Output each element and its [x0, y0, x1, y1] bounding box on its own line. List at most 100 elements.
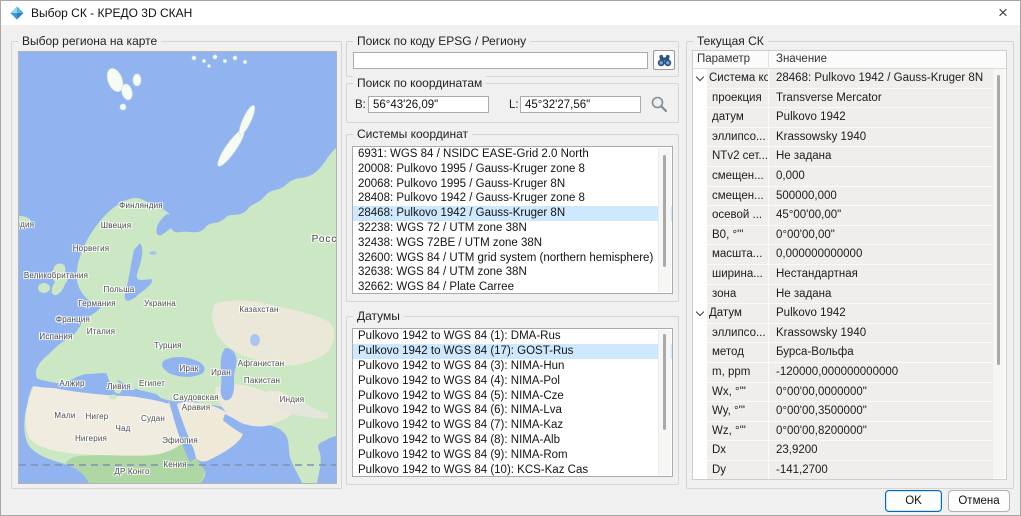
row-gutter: [693, 343, 707, 363]
param-row[interactable]: Dy-141,2700: [693, 461, 993, 480]
param-row[interactable]: NTv2 сет...Не задана: [693, 147, 993, 167]
row-gutter: [693, 69, 707, 89]
param-cell: Датум: [707, 304, 768, 324]
datum-list-item[interactable]: Pulkovo 1942 to WGS 84 (4): NIMA-Pol: [353, 374, 672, 389]
latitude-label: B:: [355, 99, 366, 111]
param-row[interactable]: B0, °'"0°00'00,00": [693, 226, 993, 246]
value-cell: Не задана: [768, 147, 993, 167]
scrollbar[interactable]: [658, 148, 671, 292]
map-country-label: Нигер: [86, 412, 109, 422]
map-country-label: Швеция: [101, 221, 132, 231]
coordinate-systems-list[interactable]: 6931: WGS 84 / NSIDC EASE-Grid 2.0 North…: [352, 146, 673, 294]
param-row[interactable]: эллипсо...Krassowsky 1940: [693, 324, 993, 344]
row-gutter: [693, 324, 707, 344]
param-row[interactable]: зонаНе задана: [693, 285, 993, 305]
map-country-label: Нигерия: [75, 434, 107, 444]
cs-list-item[interactable]: 32600: WGS 84 / UTM grid system (norther…: [353, 251, 672, 266]
value-cell: Pulkovo 1942: [768, 108, 993, 128]
param-row[interactable]: Система ко...28468: Pulkovo 1942 / Gauss…: [693, 69, 993, 89]
collapse-chevron-icon[interactable]: [696, 73, 704, 81]
map-country-label: Египет: [139, 379, 165, 389]
datum-list-item[interactable]: Pulkovo 1942 to WGS 84 (6): NIMA-Lva: [353, 403, 672, 418]
coordinate-systems-group: Системы координат 6931: WGS 84 / NSIDC E…: [346, 134, 679, 302]
datum-list-item[interactable]: Pulkovo 1942 to WGS 84 (7): NIMA-Kaz: [353, 418, 672, 433]
cancel-button[interactable]: Отмена: [948, 490, 1010, 512]
map-country-label: Пакистан: [244, 376, 280, 386]
value-cell: Не задана: [768, 285, 993, 305]
cs-group-label: Системы координат: [353, 127, 472, 141]
row-gutter: [693, 245, 707, 265]
world-map[interactable]: ИсландияФинляндияШвецияНорвегияВеликобри…: [18, 51, 337, 484]
epsg-search-input[interactable]: [353, 52, 648, 69]
cs-list-item[interactable]: 32238: WGS 72 / UTM zone 38N: [353, 221, 672, 236]
param-row[interactable]: ДатумPulkovo 1942: [693, 304, 993, 324]
cs-list-item[interactable]: 32638: WGS 84 / UTM zone 38N: [353, 265, 672, 280]
map-country-label: Саудовская Аравия: [173, 393, 219, 413]
datum-list-item[interactable]: Pulkovo 1942 to WGS 84 (9): NIMA-Rom: [353, 448, 672, 463]
cs-list-item[interactable]: 20068: Pulkovo 1995 / Gauss-Kruger 8N: [353, 177, 672, 192]
datums-list[interactable]: Pulkovo 1942 to WGS 84 (1): DMA-RusPulko…: [352, 328, 673, 477]
param-column-header: Параметр: [693, 51, 768, 68]
param-row[interactable]: методБурса-Вольфа: [693, 343, 993, 363]
cs-list-item[interactable]: 32662: WGS 84 / Plate Carree: [353, 280, 672, 294]
param-row[interactable]: смещен...500000,000: [693, 187, 993, 207]
map-country-label: Мали: [54, 411, 75, 421]
param-row[interactable]: эллипсо...Krassowsky 1940: [693, 128, 993, 148]
datums-group: Датумы Pulkovo 1942 to WGS 84 (1): DMA-R…: [346, 316, 679, 485]
param-cell: смещен...: [707, 167, 768, 187]
longitude-input[interactable]: [520, 96, 641, 113]
row-gutter: [693, 461, 707, 480]
param-row[interactable]: Wy, °'"0°00'00,3500000": [693, 402, 993, 422]
coords-search-button[interactable]: [649, 95, 669, 115]
param-row[interactable]: ширина...Нестандартная: [693, 265, 993, 285]
value-cell: 500000,000: [768, 187, 993, 207]
latitude-input[interactable]: [368, 96, 489, 113]
datum-list-item[interactable]: Pulkovo 1942 to WGS 84 (10): KCS-Kaz Cas: [353, 463, 672, 477]
scrollbar[interactable]: [992, 69, 1005, 478]
row-gutter: [693, 89, 707, 109]
map-country-label: ДР Конго: [114, 467, 149, 477]
datum-list-item[interactable]: Pulkovo 1942 to WGS 84 (1): DMA-Rus: [353, 329, 672, 344]
param-row[interactable]: осевой ...45°00'00,00": [693, 206, 993, 226]
cs-list-item[interactable]: 32438: WGS 72BE / UTM zone 38N: [353, 236, 672, 251]
map-country-label: Кения: [163, 460, 186, 470]
map-country-label: Турция: [154, 341, 181, 351]
title-bar: Выбор СК - КРЕДО 3D СКАН ×: [1, 1, 1020, 25]
binoculars-icon: [657, 54, 672, 67]
map-country-label: Эфиопия: [162, 436, 198, 446]
map-country-label: Ливия: [107, 382, 131, 392]
row-gutter: [693, 167, 707, 187]
param-row[interactable]: Wz, °'"0°00'00,8200000": [693, 422, 993, 442]
ok-button[interactable]: OK: [885, 490, 942, 512]
longitude-label: L:: [509, 99, 519, 111]
close-icon[interactable]: ×: [992, 2, 1014, 24]
datums-group-label: Датумы: [353, 309, 404, 323]
param-row[interactable]: датумPulkovo 1942: [693, 108, 993, 128]
datum-list-item[interactable]: Pulkovo 1942 to WGS 84 (17): GOST-Rus: [353, 344, 672, 359]
cs-list-item[interactable]: 20008: Pulkovo 1995 / Gauss-Kruger zone …: [353, 162, 672, 177]
datum-list-item[interactable]: Pulkovo 1942 to WGS 84 (8): NIMA-Alb: [353, 433, 672, 448]
datum-list-item[interactable]: Pulkovo 1942 to WGS 84 (5): NIMA-Cze: [353, 389, 672, 404]
cs-list-item[interactable]: 6931: WGS 84 / NSIDC EASE-Grid 2.0 North: [353, 147, 672, 162]
window-title: Выбор СК - КРЕДО 3D СКАН: [31, 6, 192, 20]
param-row[interactable]: масшта...0,000000000000: [693, 245, 993, 265]
map-country-label: Алжир: [59, 379, 84, 389]
epsg-search-button[interactable]: [653, 50, 675, 70]
value-cell: Transverse Mercator: [768, 89, 993, 109]
datum-list-item[interactable]: Pulkovo 1942 to WGS 84 (3): NIMA-Hun: [353, 359, 672, 374]
scrollbar[interactable]: [658, 330, 671, 475]
param-row[interactable]: проекцияTransverse Mercator: [693, 89, 993, 109]
map-country-label: Франция: [56, 315, 90, 325]
param-cell: NTv2 сет...: [707, 147, 768, 167]
cs-list-item[interactable]: 28408: Pulkovo 1942 / Gauss-Kruger zone …: [353, 191, 672, 206]
param-row[interactable]: Wx, °'"0°00'00,0000000": [693, 383, 993, 403]
cs-list-item[interactable]: 28468: Pulkovo 1942 / Gauss-Kruger 8N: [353, 206, 672, 221]
param-cell: метод: [707, 343, 768, 363]
row-gutter: [693, 402, 707, 422]
value-cell: -141,2700: [768, 461, 993, 480]
param-row[interactable]: смещен...0,000: [693, 167, 993, 187]
epsg-group-label: Поиск по коду EPSG / Региону: [353, 34, 530, 48]
param-row[interactable]: m, ppm-120000,000000000000: [693, 363, 993, 383]
param-row[interactable]: Dx23,9200: [693, 441, 993, 461]
collapse-chevron-icon[interactable]: [696, 308, 704, 316]
